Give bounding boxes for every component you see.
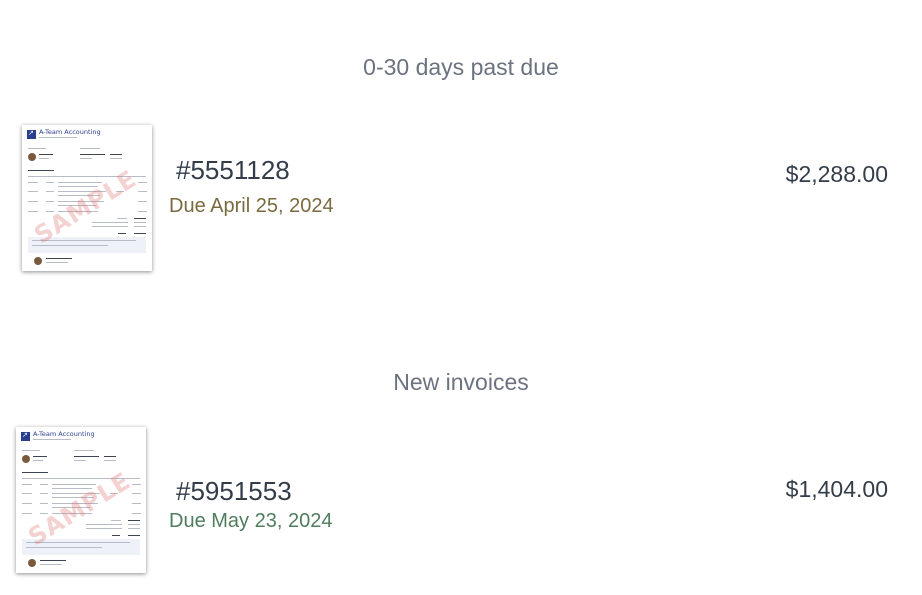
- invoice-row[interactable]: ↗ A-Team Accounting: [0, 427, 922, 577]
- avatar: [22, 455, 30, 463]
- invoice-thumbnail[interactable]: ↗ A-Team Accounting SAMPLE: [22, 125, 152, 271]
- invoice-due-date: Due May 23, 2024: [169, 510, 333, 532]
- section-title-new-invoices: New invoices: [393, 369, 529, 395]
- company-logo-icon: ↗: [21, 431, 30, 441]
- company-logo-icon: ↗: [27, 129, 36, 139]
- section-title-past-due: 0-30 days past due: [363, 54, 559, 80]
- invoice-number: #5951553: [176, 476, 292, 506]
- invoice-amount: $1,404.00: [785, 476, 888, 502]
- invoice-number: #5551128: [176, 155, 290, 185]
- thumbnail-company-name: A-Team Accounting: [33, 430, 95, 438]
- invoice-amount: $2,288.00: [785, 161, 888, 187]
- invoice-row[interactable]: ↗ A-Team Accounting: [0, 125, 922, 275]
- invoice-due-date: Due April 25, 2024: [169, 195, 334, 217]
- thumbnail-company-name: A-Team Accounting: [39, 128, 101, 136]
- avatar: [28, 153, 36, 161]
- invoice-thumbnail[interactable]: ↗ A-Team Accounting SAMPLE: [16, 427, 146, 573]
